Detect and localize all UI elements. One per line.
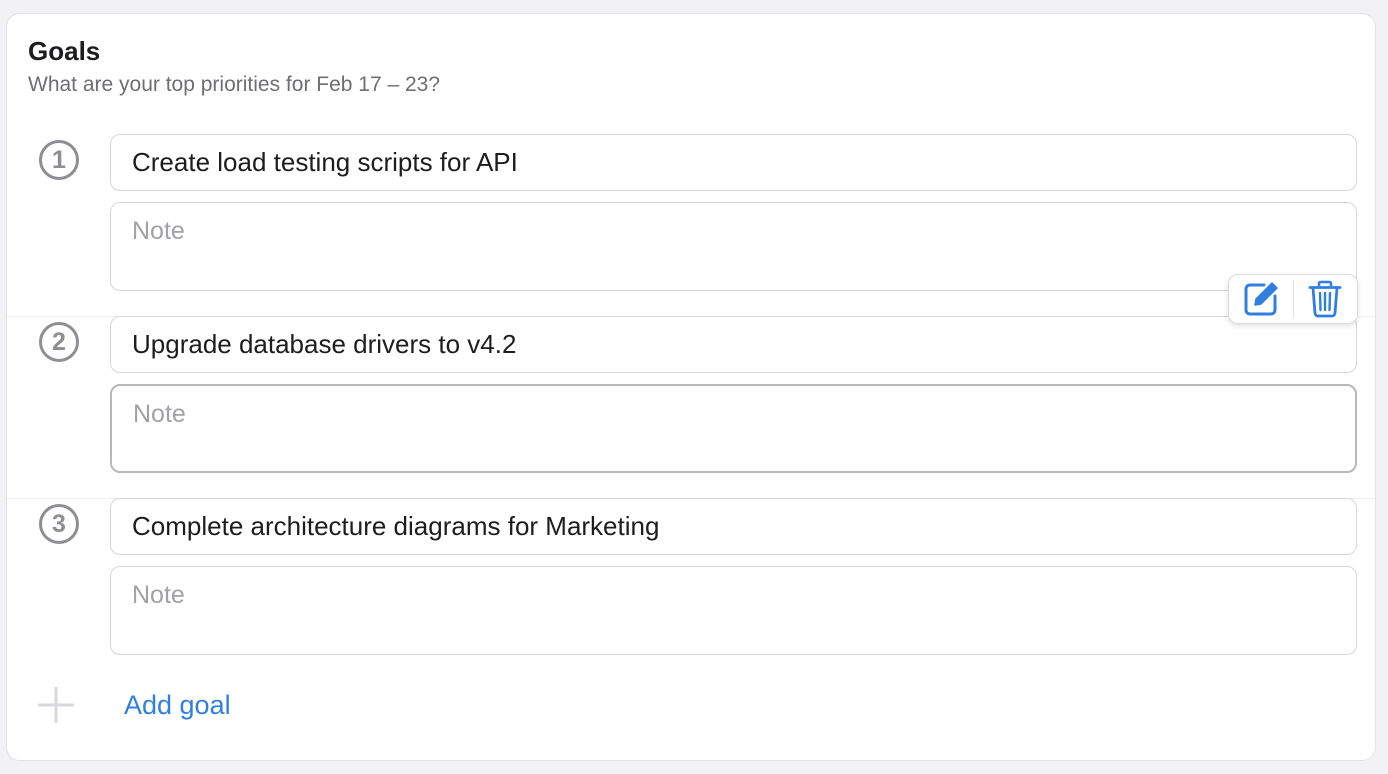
add-goal-button[interactable]: Add goal (124, 689, 231, 721)
goal-title-input[interactable] (110, 134, 1357, 191)
edit-button[interactable] (1229, 275, 1293, 323)
goal-title-input[interactable] (110, 316, 1357, 373)
edit-icon (1244, 282, 1278, 316)
goal-note-input[interactable] (110, 384, 1357, 473)
page-subtitle: What are your top priorities for Feb 17 … (28, 73, 441, 96)
goal-number-icon: 3 (39, 504, 79, 544)
goal-title-input[interactable] (110, 498, 1357, 555)
goal-item: 2 (7, 316, 1375, 499)
goal-number-icon: 2 (39, 322, 79, 362)
goal-number: 1 (52, 145, 66, 174)
page-title: Goals (28, 36, 101, 66)
goal-number-icon: 1 (39, 140, 79, 180)
goal-note-input[interactable] (110, 202, 1357, 291)
goals-card: Goals What are your top priorities for F… (6, 13, 1376, 761)
goal-actions-toolbar (1228, 274, 1358, 324)
plus-icon (38, 687, 74, 723)
goal-item: 3 (7, 498, 1375, 680)
goal-number: 3 (52, 509, 66, 538)
add-goal-row: Add goal (7, 681, 407, 729)
delete-button[interactable] (1294, 275, 1358, 323)
goal-note-input[interactable] (110, 566, 1357, 655)
goal-number: 2 (52, 327, 66, 356)
goal-item: 1 (7, 134, 1375, 317)
trash-icon (1308, 280, 1342, 318)
